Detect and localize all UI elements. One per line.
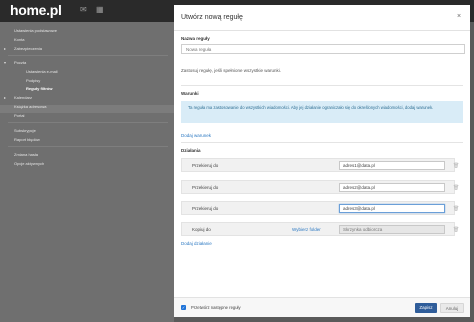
sidebar: Ustawienia podstawowe Konta ▸ Zabezpiecz… [0,22,174,322]
cancel-button[interactable]: Anuluj [440,303,464,313]
action-label: Kopiuj do [192,227,211,232]
redirect-address-input[interactable]: adres2@data.pl [339,183,445,192]
sidebar-item-change-password[interactable]: Zmiana hasła [14,152,38,157]
dialog-header: Utwórz nową regułę × [174,5,470,31]
sidebar-item-email-settings[interactable]: Ustawienia e-mail [26,69,58,74]
info-box: Ta reguła ma zastosowanie do wszystkich … [181,101,463,123]
sidebar-item-error-report[interactable]: Raport błędów [14,137,40,142]
save-button[interactable]: Zapisz [415,303,437,313]
dialog-footer: ✓ Przetwórz następne reguły Zapisz Anulu… [174,297,470,317]
sidebar-divider [8,122,168,123]
logo: home.pl [10,2,62,18]
action-row: Przekieruj do adres3@data.pl [181,201,455,215]
rule-name-input[interactable] [181,44,465,54]
trash-icon[interactable]: 🗑 [453,185,459,191]
chevron-right-icon[interactable]: ▸ [4,95,6,100]
sidebar-item-calendar[interactable]: Kalendarz [14,95,32,100]
action-label: Przekieruj do [192,185,219,190]
dialog-title: Utwórz nową regułę [181,14,243,21]
trash-icon[interactable]: 🗑 [453,206,459,212]
continue-label: Przetwórz następne reguły [191,305,241,310]
sidebar-item-active-options[interactable]: Opcje aktywnych [14,161,44,166]
continue-checkbox[interactable]: ✓ [181,305,186,310]
add-condition-link[interactable]: Dodaj warunek [181,133,211,138]
trash-icon[interactable]: 🗑 [453,227,459,233]
mail-icon[interactable]: ✉ [80,6,88,14]
sidebar-divider [8,146,168,147]
divider [181,142,463,143]
action-label: Przekieruj do [192,206,219,211]
divider [181,85,463,86]
chevron-right-icon[interactable]: ▸ [4,46,6,51]
select-folder-link[interactable]: Wybierz folder [292,227,321,232]
sidebar-item-address-book[interactable]: Książka adresowa [14,104,46,109]
chevron-down-icon[interactable]: ▾ [4,60,6,65]
sidebar-item-accounts[interactable]: Konta [14,37,24,42]
action-row: Przekieruj do adres1@data.pl [181,158,455,172]
folder-input: Skrzynka odbiorcza [339,225,445,234]
actions-heading: Działania [181,148,201,153]
rule-name-label: Nazwa reguły [181,36,210,41]
sidebar-item-filter-rules[interactable]: Reguły filtrów [26,86,52,91]
sidebar-divider [8,55,168,56]
sidebar-item-basic-settings[interactable]: Ustawienia podstawowe [14,28,57,33]
sidebar-item-mail[interactable]: Poczta [14,60,26,65]
action-row: Przekieruj do adres2@data.pl [181,180,455,194]
close-icon[interactable]: × [457,13,461,20]
apply-rule-text: Zastosuj regułę, jeśli spełnione wszystk… [181,68,282,73]
sidebar-item-security[interactable]: Zabezpieczenia [14,46,42,51]
add-action-link[interactable]: Dodaj działanie [181,241,212,246]
conditions-heading: Warunki [181,91,199,96]
create-rule-dialog: Utwórz nową regułę × Nazwa reguły Zastos… [174,5,470,317]
action-row: Kopiuj do Wybierz folder Skrzynka odbior… [181,222,455,236]
sidebar-item-signatures[interactable]: Podpisy [26,78,40,83]
action-label: Przekieruj do [192,163,219,168]
calendar-icon[interactable]: ▦ [96,6,104,14]
redirect-address-input[interactable]: adres1@data.pl [339,161,445,170]
redirect-address-input[interactable]: adres3@data.pl [339,204,445,213]
sidebar-item-subscriptions[interactable]: Subskrypcje [14,128,36,133]
sidebar-item-portal[interactable]: Portal [14,113,24,118]
trash-icon[interactable]: 🗑 [453,163,459,169]
